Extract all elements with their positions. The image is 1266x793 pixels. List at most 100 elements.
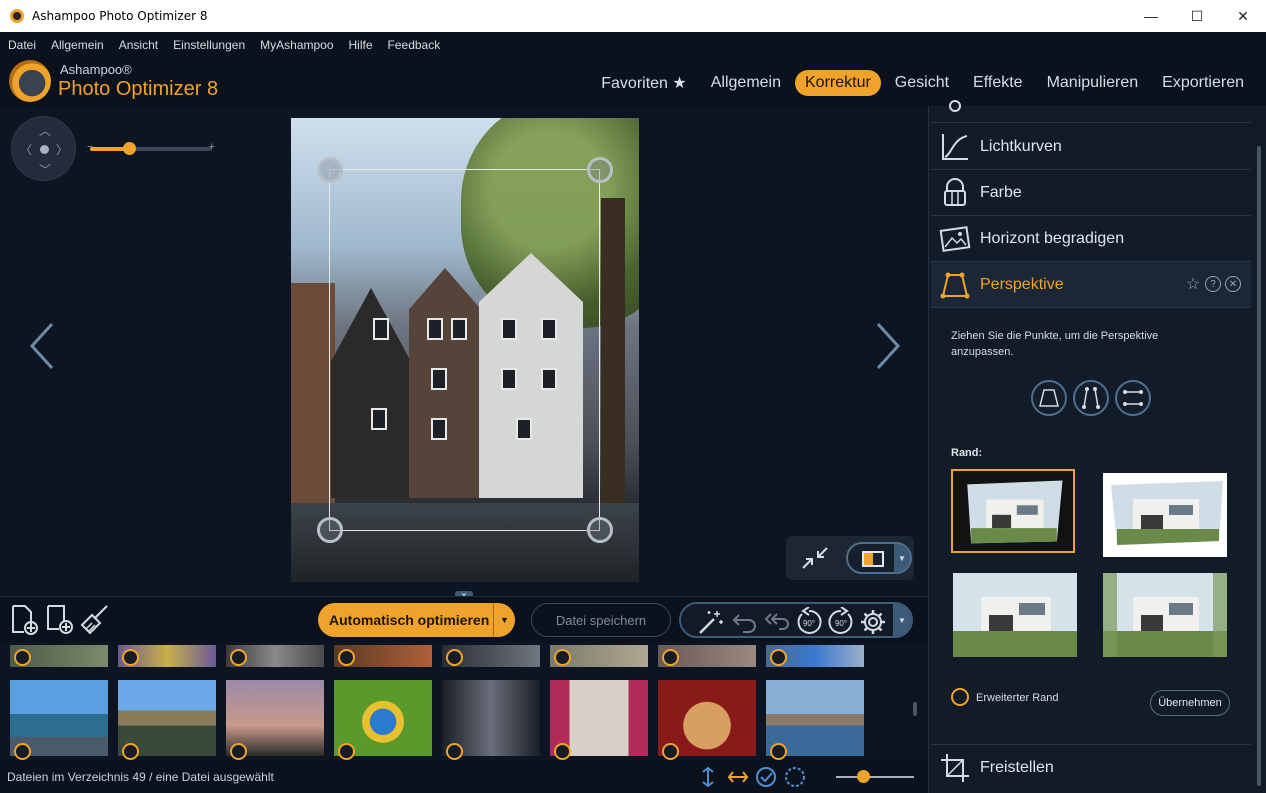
help-icon[interactable]: ?: [1205, 276, 1221, 292]
add-folder-icon[interactable]: [44, 603, 76, 635]
border-option-mirror[interactable]: [1103, 573, 1227, 657]
undo-all-icon[interactable]: [763, 609, 791, 635]
zoom-in-icon[interactable]: +: [209, 141, 215, 153]
thumbnail[interactable]: [550, 645, 648, 667]
perspective-vertical-button[interactable]: [1031, 380, 1067, 416]
thumbnail[interactable]: [334, 645, 432, 667]
thumbnail-select-checkbox[interactable]: [662, 649, 679, 666]
thumbnail-select-checkbox[interactable]: [446, 743, 463, 760]
border-option-white[interactable]: [1103, 473, 1227, 557]
panel-item-horizont[interactable]: Horizont begradigen: [931, 216, 1251, 262]
broom-icon[interactable]: [80, 603, 112, 635]
settings-gear-icon[interactable]: [859, 608, 887, 636]
rotate-left-icon[interactable]: 90°: [794, 607, 824, 637]
thumbnail[interactable]: [226, 680, 324, 760]
thumbnail-select-checkbox[interactable]: [14, 743, 31, 760]
thumbnail-size-knob[interactable]: [857, 770, 871, 783]
magic-wand-icon[interactable]: [697, 608, 725, 636]
pan-right-icon[interactable]: 〉: [56, 141, 68, 158]
thumbnail[interactable]: [10, 645, 108, 667]
pan-down-icon[interactable]: ﹀: [39, 161, 51, 178]
compare-dropdown-icon[interactable]: ▼: [894, 544, 910, 572]
menu-einstellungen[interactable]: Einstellungen: [173, 38, 245, 52]
add-file-icon[interactable]: [8, 603, 40, 635]
zoom-knob[interactable]: [123, 142, 137, 155]
menu-ansicht[interactable]: Ansicht: [119, 38, 158, 52]
maximize-button[interactable]: ☐: [1174, 0, 1220, 32]
perspective-handle-top-left[interactable]: [317, 157, 343, 183]
border-option-black[interactable]: [951, 469, 1075, 553]
apply-button[interactable]: Übernehmen: [1150, 690, 1230, 716]
favorite-star-icon[interactable]: ☆: [1185, 276, 1201, 293]
thumbnail[interactable]: [658, 645, 756, 667]
panel-item-lichtkurven[interactable]: Lichtkurven: [931, 124, 1251, 170]
thumbnail-scrollbar[interactable]: [910, 648, 920, 754]
menu-allgemein[interactable]: Allgemein: [51, 38, 104, 52]
border-option-stretch[interactable]: [953, 573, 1077, 657]
thumbnail-select-checkbox[interactable]: [770, 649, 787, 666]
thumbnail[interactable]: [442, 645, 540, 667]
horizontal-layout-icon[interactable]: [727, 766, 749, 788]
thumbnail[interactable]: [10, 680, 108, 760]
tab-korrektur[interactable]: Korrektur: [795, 70, 881, 96]
vertical-layout-icon[interactable]: [697, 766, 719, 788]
thumbnail[interactable]: [334, 680, 432, 760]
extended-border-checkbox[interactable]: [951, 688, 969, 706]
thumbnail-select-checkbox[interactable]: [554, 649, 571, 666]
deselect-all-icon[interactable]: [784, 766, 806, 788]
perspective-reset-button[interactable]: [1115, 380, 1151, 416]
auto-optimize-dropdown-icon[interactable]: ▼: [493, 603, 515, 637]
perspective-handle-bottom-right[interactable]: [587, 517, 613, 543]
thumbnail[interactable]: [766, 645, 864, 667]
panel-item-partial[interactable]: [931, 77, 1251, 123]
menu-myashampoo[interactable]: MyAshampoo: [260, 38, 333, 52]
compare-view-button[interactable]: ▼: [846, 542, 912, 574]
thumbnail-select-checkbox[interactable]: [554, 743, 571, 760]
close-tool-icon[interactable]: ✕: [1225, 276, 1241, 292]
save-file-button[interactable]: Datei speichern: [531, 603, 671, 637]
thumbnail-select-checkbox[interactable]: [230, 743, 247, 760]
panel-item-farbe[interactable]: Farbe: [931, 170, 1251, 216]
tools-dropdown-icon[interactable]: ▼: [893, 604, 911, 636]
next-image-icon[interactable]: [872, 316, 902, 376]
tab-favoriten[interactable]: Favoriten ★: [591, 69, 696, 97]
minimize-button[interactable]: —: [1128, 0, 1174, 32]
thumbnail[interactable]: [766, 680, 864, 760]
perspective-horizontal-button[interactable]: [1073, 380, 1109, 416]
pan-left-icon[interactable]: 〈: [20, 141, 32, 158]
thumbnail-select-checkbox[interactable]: [662, 743, 679, 760]
zoom-slider[interactable]: − +: [87, 141, 215, 155]
pan-up-icon[interactable]: ︿: [39, 122, 51, 139]
thumbnail-size-slider[interactable]: [836, 776, 914, 778]
thumbnail-select-checkbox[interactable]: [14, 649, 31, 666]
menu-feedback[interactable]: Feedback: [388, 38, 441, 52]
close-button[interactable]: ✕: [1220, 0, 1266, 32]
panel-scrollbar[interactable]: [1253, 106, 1265, 793]
pan-control[interactable]: ︿ ﹀ 〈 〉: [11, 116, 76, 181]
rotate-right-icon[interactable]: 90°: [826, 607, 856, 637]
thumbnail-scroll-thumb[interactable]: [913, 702, 917, 716]
thumbnail-select-checkbox[interactable]: [230, 649, 247, 666]
thumbnail-select-checkbox[interactable]: [122, 743, 139, 760]
perspective-handle-bottom-left[interactable]: [317, 517, 343, 543]
perspective-handle-top-right[interactable]: [587, 157, 613, 183]
panel-item-perspektive[interactable]: Perspektive ☆ ? ✕: [931, 262, 1251, 308]
thumbnail-select-checkbox[interactable]: [338, 649, 355, 666]
fit-to-window-icon[interactable]: [800, 545, 830, 571]
menu-datei[interactable]: Datei: [8, 38, 36, 52]
panel-item-freistellen[interactable]: Freistellen: [931, 744, 1251, 790]
thumbnail[interactable]: [118, 645, 216, 667]
thumbnail[interactable]: [226, 645, 324, 667]
tab-allgemein[interactable]: Allgemein: [701, 70, 791, 96]
undo-icon[interactable]: [731, 609, 759, 635]
previous-image-icon[interactable]: [28, 316, 58, 376]
select-all-icon[interactable]: [755, 766, 777, 788]
thumbnail-select-checkbox[interactable]: [770, 743, 787, 760]
thumbnail[interactable]: [550, 680, 648, 760]
pan-center-icon[interactable]: [40, 145, 49, 154]
thumbnail-select-checkbox[interactable]: [338, 743, 355, 760]
menu-hilfe[interactable]: Hilfe: [349, 38, 373, 52]
thumbnail[interactable]: [118, 680, 216, 760]
thumbnail-select-checkbox[interactable]: [446, 649, 463, 666]
auto-optimize-button[interactable]: Automatisch optimieren ▼: [318, 603, 515, 637]
